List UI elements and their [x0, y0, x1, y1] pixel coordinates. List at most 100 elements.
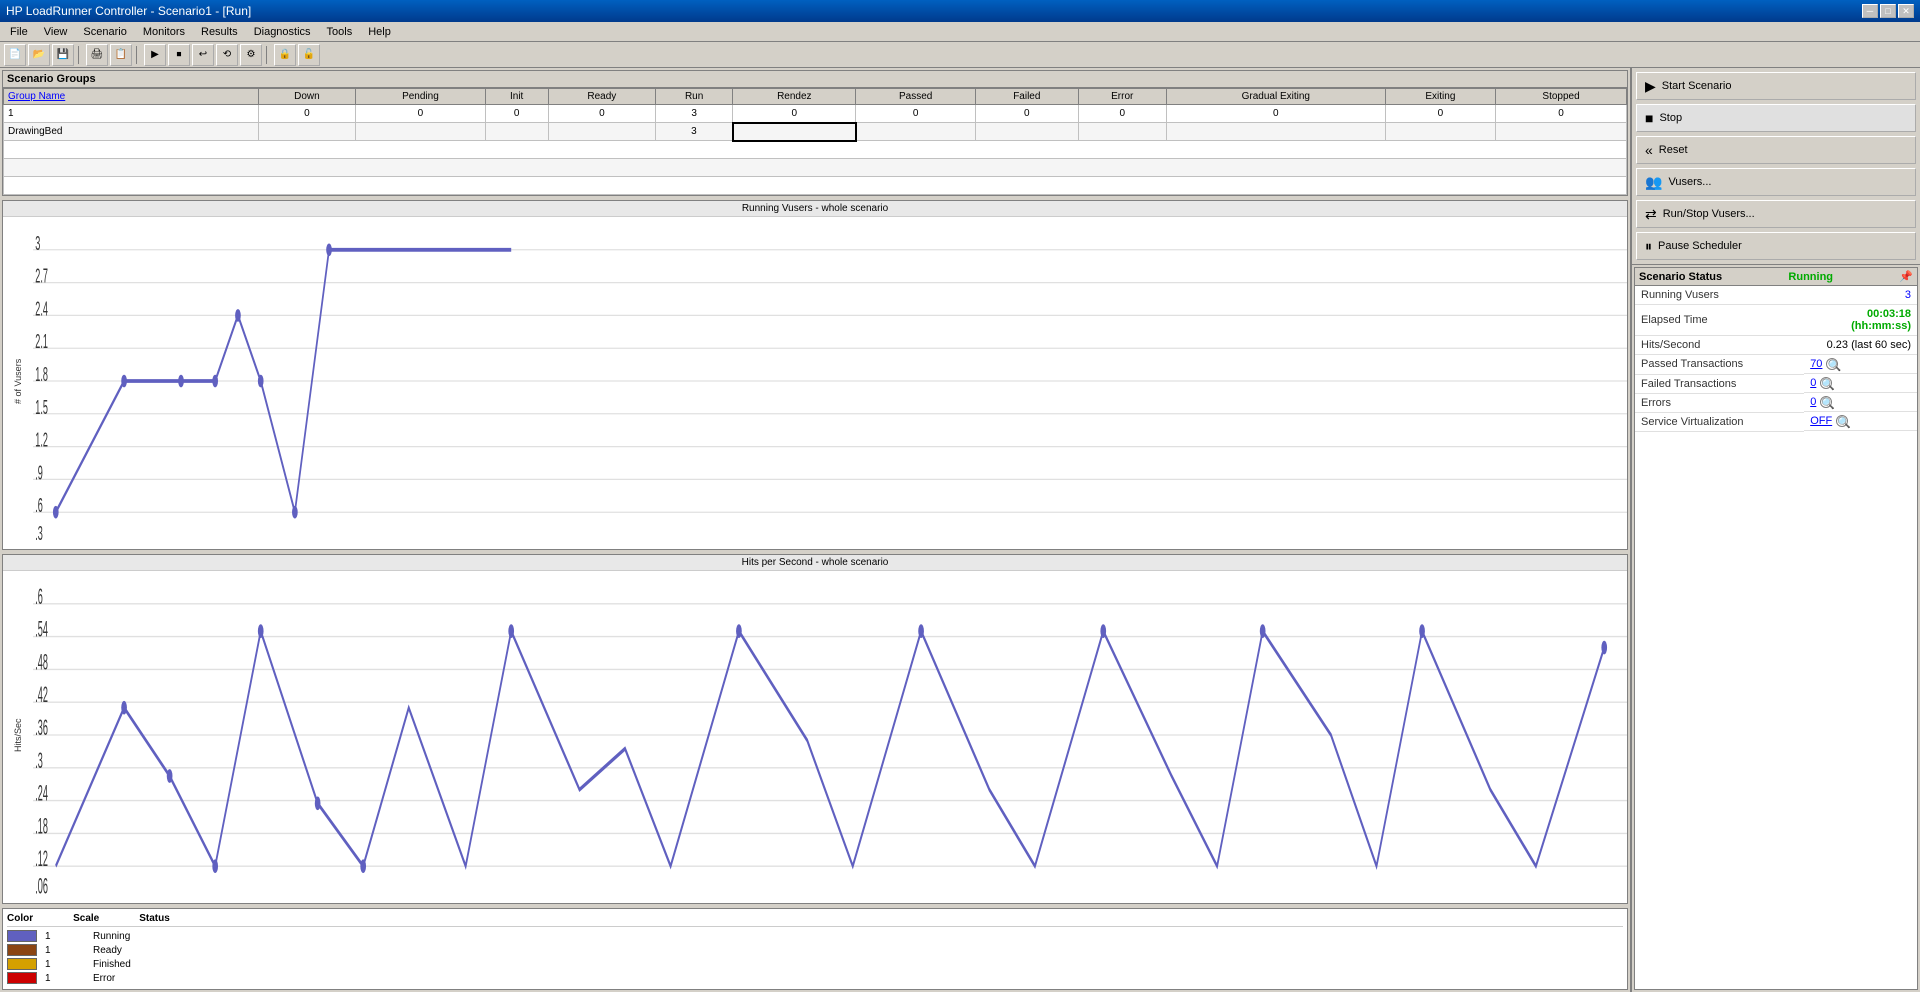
scenario-groups-title: Scenario Groups [3, 71, 1627, 88]
svg-text:.9: .9 [35, 463, 43, 485]
col-failed: Failed [976, 89, 1079, 105]
chart2-svg: .6 .54 .48 .42 .36 .3 .24 .18 .12 .06 [33, 571, 1627, 899]
svg-text:2.4: 2.4 [35, 299, 48, 321]
legend-scale-ready: 1 [45, 945, 85, 956]
svg-text:.24: .24 [35, 781, 48, 806]
stop-button[interactable]: ■ Stop [1636, 104, 1916, 132]
menu-view[interactable]: View [38, 25, 74, 39]
status-label-failed-transactions: Failed Transactions [1635, 374, 1804, 393]
minimize-button[interactable]: ─ [1862, 4, 1878, 18]
chart1-inner: 3 2.7 2.4 2.1 1.8 1.5 1.2 .9 .6 .3 [33, 217, 1627, 545]
legend-color-error [7, 972, 37, 984]
status-label-running-vusers: Running Vusers [1635, 286, 1804, 305]
menu-monitors[interactable]: Monitors [137, 25, 191, 39]
pin-icon[interactable]: 📌 [1899, 270, 1913, 283]
col-stopped: Stopped [1496, 89, 1627, 105]
start-scenario-button[interactable]: ▶ Start Scenario [1636, 72, 1916, 100]
toolbar-sep3 [266, 46, 270, 64]
list-item: 1 Error [7, 971, 1623, 985]
run-stop-label: Run/Stop Vusers... [1663, 208, 1755, 220]
chart1-y-label: # of Vusers [3, 217, 33, 545]
list-item: 1 Finished [7, 957, 1623, 971]
search-passed-icon[interactable]: 🔍 [1826, 358, 1838, 370]
menu-scenario[interactable]: Scenario [77, 25, 132, 39]
pause-icon: ⏸ [1645, 238, 1652, 255]
menu-tools[interactable]: Tools [321, 25, 359, 39]
pause-scheduler-button[interactable]: ⏸ Pause Scheduler [1636, 232, 1916, 260]
toolbar-btn9[interactable]: ⟲ [216, 44, 238, 66]
status-label-service-virtualization: Service Virtualization [1635, 412, 1804, 431]
status-label-passed-transactions: Passed Transactions [1635, 355, 1804, 375]
table-row: DrawingBed 3 [4, 123, 1627, 141]
status-label-elapsed-time: Elapsed Time [1635, 305, 1804, 336]
legend-col-color: Color [7, 913, 33, 924]
run-stop-vusers-button[interactable]: ⇄ Run/Stop Vusers... [1636, 200, 1916, 228]
toolbar-btn5[interactable]: 📋 [110, 44, 132, 66]
col-passed: Passed [856, 89, 976, 105]
status-val-service-virtualization[interactable]: OFF [1810, 415, 1832, 427]
main-content: Scenario Groups Group Name Down Pending … [0, 68, 1920, 992]
menu-results[interactable]: Results [195, 25, 244, 39]
toolbar-btn12[interactable]: 🔓 [298, 44, 320, 66]
toolbar-btn7[interactable]: ⏹ [168, 44, 190, 66]
search-sv-icon[interactable]: 🔍 [1836, 415, 1848, 427]
col-group-name: Group Name [4, 89, 259, 105]
maximize-button[interactable]: □ [1880, 4, 1896, 18]
running-vusers-chart: Running Vusers - whole scenario # of Vus… [2, 200, 1628, 550]
toolbar-btn8[interactable]: ↩ [192, 44, 214, 66]
col-pending: Pending [356, 89, 485, 105]
vusers-button[interactable]: 👥 Vusers... [1636, 168, 1916, 196]
charts-area: Running Vusers - whole scenario # of Vus… [0, 198, 1630, 992]
menu-help[interactable]: Help [362, 25, 397, 39]
status-val-errors[interactable]: 0 [1810, 396, 1816, 408]
toolbar-new[interactable]: 📄 [4, 44, 26, 66]
menu-file[interactable]: File [4, 25, 34, 39]
hits-per-second-chart: Hits per Second - whole scenario Hits/Se… [2, 554, 1628, 904]
status-running-label: Running [1788, 271, 1833, 283]
search-errors-icon[interactable]: 🔍 [1820, 396, 1832, 408]
reset-button[interactable]: « Reset [1636, 136, 1916, 164]
toolbar-save[interactable]: 💾 [52, 44, 74, 66]
table-row-summary: 1 0 0 0 0 3 0 0 0 0 0 0 0 [4, 105, 1627, 123]
menu-bar: File View Scenario Monitors Results Diag… [0, 22, 1920, 42]
chart2-body: Hits/Sec [3, 571, 1627, 899]
table-row [4, 141, 1627, 159]
vusers-icon: 👥 [1645, 174, 1662, 191]
legend-color-ready [7, 944, 37, 956]
toolbar-open[interactable]: 📂 [28, 44, 50, 66]
table-row [4, 177, 1627, 195]
col-exiting: Exiting [1385, 89, 1495, 105]
status-panel-title: Scenario Status [1639, 271, 1722, 283]
search-failed-icon[interactable]: 🔍 [1820, 377, 1832, 389]
toolbar-btn11[interactable]: 🔒 [274, 44, 296, 66]
status-val-failed-transactions[interactable]: 0 [1810, 377, 1816, 389]
toolbar-btn6[interactable]: ▶ [144, 44, 166, 66]
toolbar-btn10[interactable]: ⚙ [240, 44, 262, 66]
status-title-bar: Scenario Status Running 📌 [1635, 268, 1917, 286]
svg-text:.06: .06 [35, 874, 48, 899]
scenario-groups-table: Group Name Down Pending Init Ready Run R… [3, 88, 1627, 195]
status-row-running-vusers: Running Vusers 3 [1635, 286, 1917, 305]
status-panel: Scenario Status Running 📌 Running Vusers… [1634, 267, 1918, 990]
menu-diagnostics[interactable]: Diagnostics [248, 25, 317, 39]
col-ready: Ready [548, 89, 655, 105]
status-val-hits-second: 0.23 (last 60 sec) [1827, 339, 1911, 351]
chart1-body: # of Vusers [3, 217, 1627, 545]
close-button[interactable]: ✕ [1898, 4, 1914, 18]
svg-text:2.7: 2.7 [35, 266, 48, 288]
status-label-hits-second: Hits/Second [1635, 336, 1804, 355]
toolbar-btn4[interactable]: 🖨 [86, 44, 108, 66]
stop-icon: ■ [1645, 110, 1653, 126]
legend-panel: Color Scale Status 1 Running 1 Ready 1 [2, 908, 1628, 990]
status-row-elapsed-time: Elapsed Time 00:03:18 (hh:mm:ss) [1635, 305, 1917, 336]
run-stop-icon: ⇄ [1645, 206, 1657, 223]
scenario-controls: ▶ Start Scenario ■ Stop « Reset 👥 Vusers… [1632, 68, 1920, 265]
legend-scale-error: 1 [45, 973, 85, 984]
status-row-passed-transactions: Passed Transactions 70 🔍 [1635, 355, 1917, 375]
col-down: Down [258, 89, 356, 105]
legend-status-ready: Ready [93, 945, 122, 956]
status-row-hits-second: Hits/Second 0.23 (last 60 sec) [1635, 336, 1917, 355]
status-val-passed-transactions[interactable]: 70 [1810, 358, 1822, 370]
legend-col-status: Status [139, 913, 170, 924]
toolbar-sep2 [136, 46, 140, 64]
